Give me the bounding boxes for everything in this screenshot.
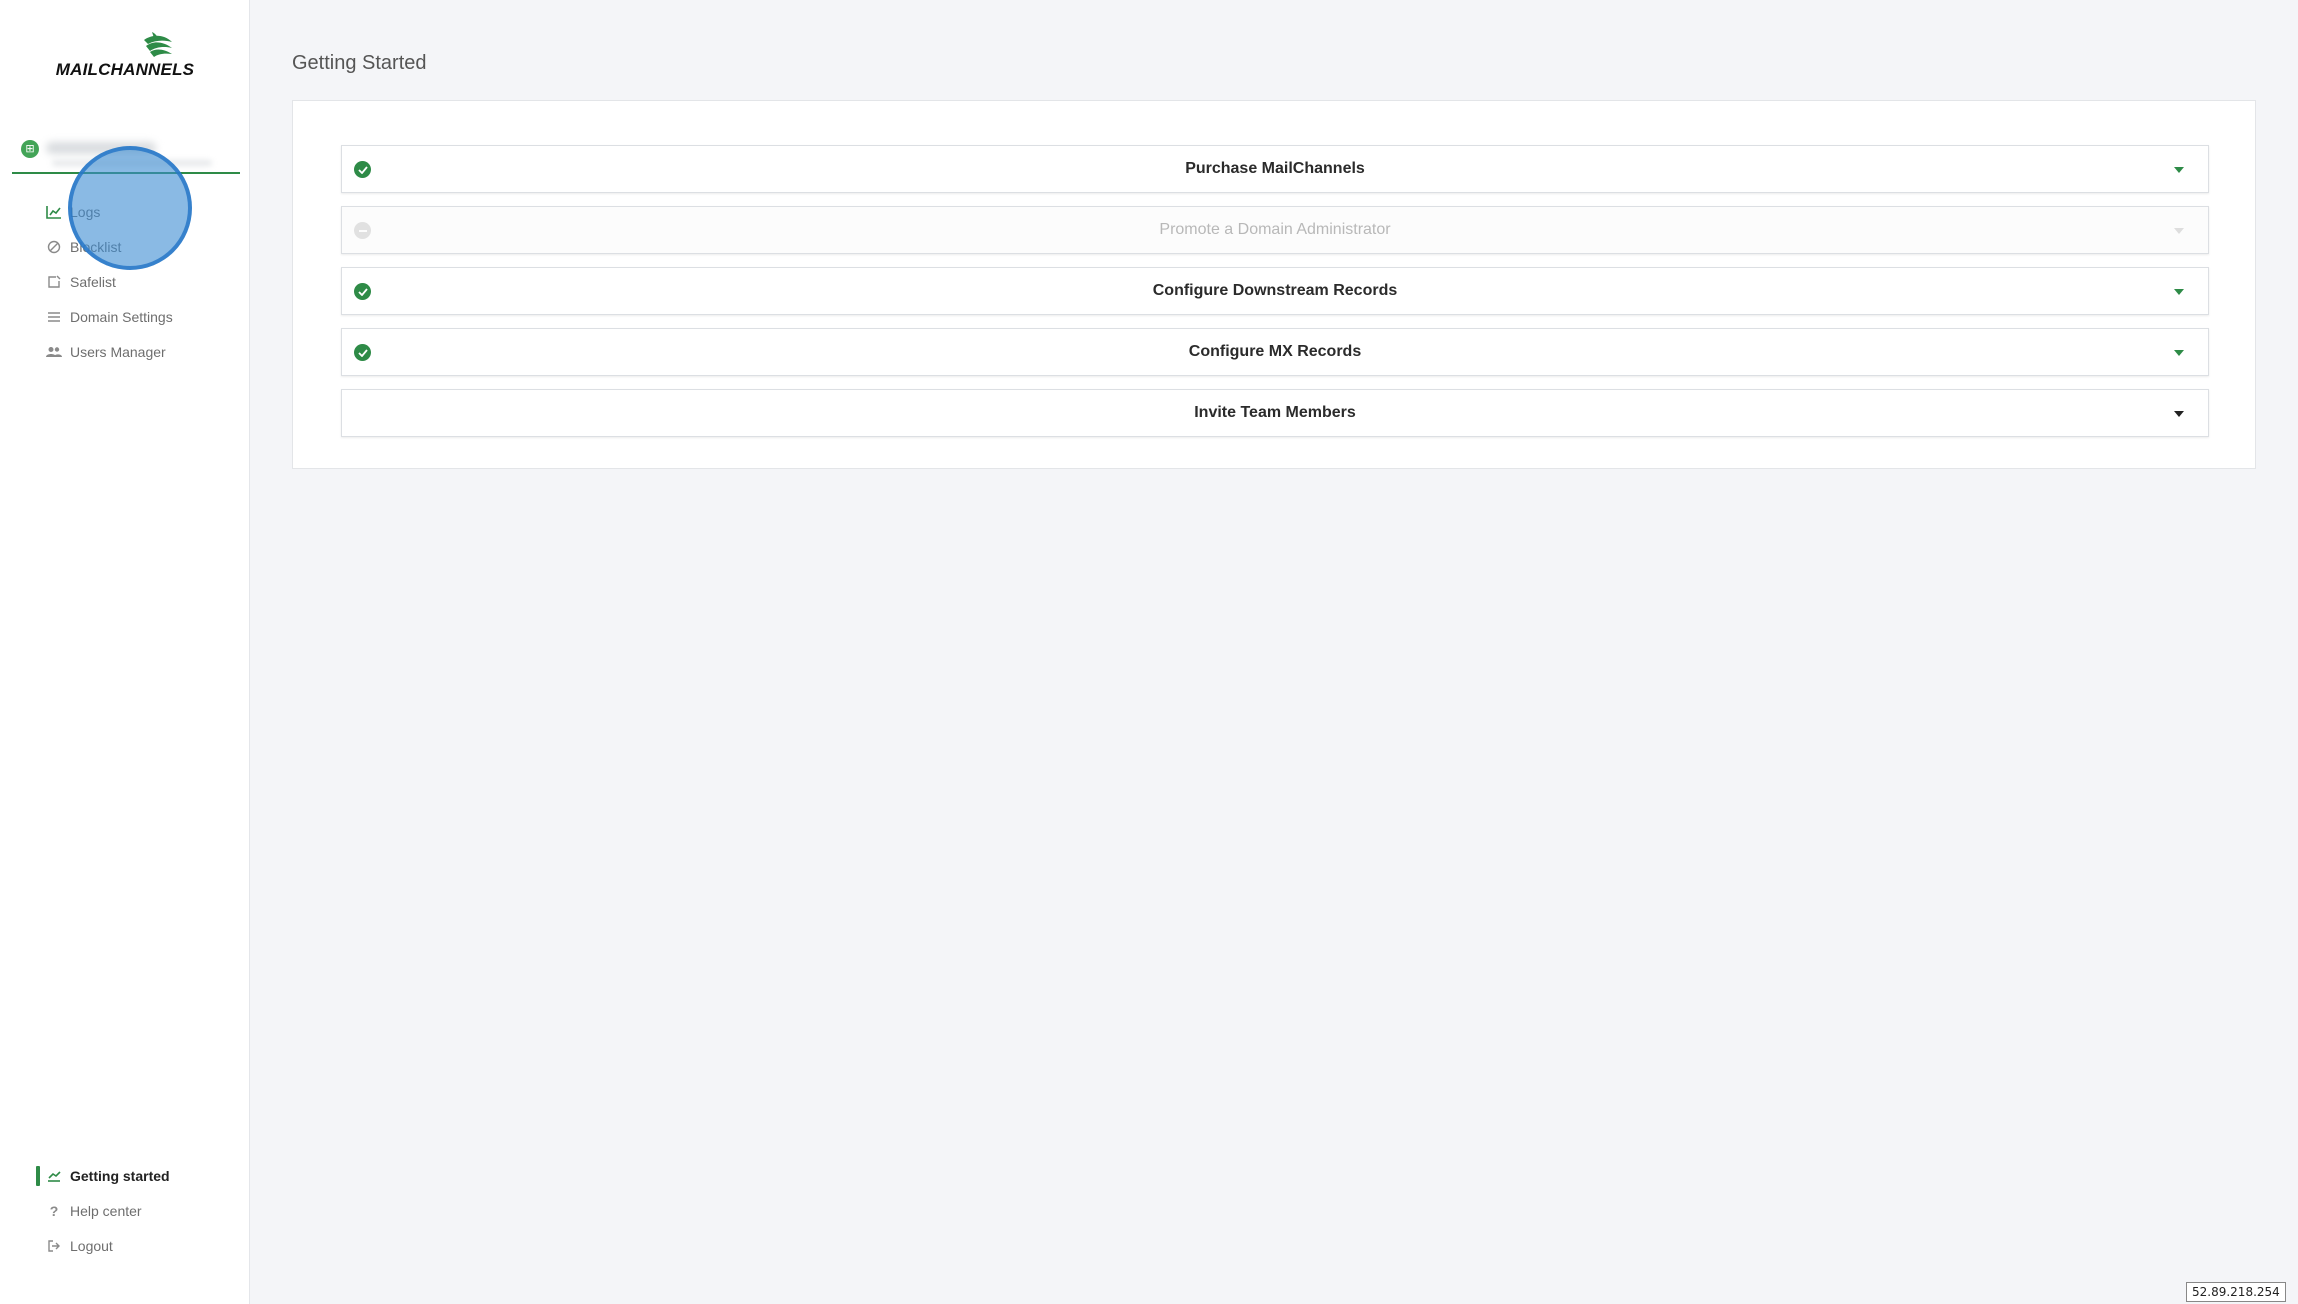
- sidebar-item-label: Users Manager: [70, 344, 166, 360]
- chevron-down-icon: [2174, 167, 2184, 173]
- sidebar-item-label: Safelist: [70, 274, 116, 290]
- step-configure-downstream-records[interactable]: Configure Downstream Records: [341, 267, 2209, 315]
- sidebar-item-label: Logs: [70, 204, 101, 220]
- menu-lines-icon: [46, 309, 62, 325]
- step-purchase-mailchannels[interactable]: Purchase MailChannels: [341, 145, 2209, 193]
- getting-started-card: Purchase MailChannels Promote a Domain A…: [292, 100, 2256, 469]
- domain-subtext-redacted: [52, 160, 212, 166]
- domain-selector[interactable]: ⊞: [12, 136, 240, 174]
- step-invite-team-members[interactable]: Invite Team Members: [341, 389, 2209, 437]
- page-title: Getting Started: [292, 52, 427, 74]
- sidebar-item-label: Help center: [70, 1203, 142, 1219]
- step-label: Purchase MailChannels: [1185, 160, 1365, 177]
- sidebar-item-logs[interactable]: Logs: [46, 200, 236, 224]
- step-label: Invite Team Members: [1194, 404, 1356, 421]
- sidebar: MAILCHANNELS ⊞ Logs Blocklist Safelist D…: [0, 0, 250, 1304]
- step-configure-mx-records[interactable]: Configure MX Records: [341, 328, 2209, 376]
- step-promote-domain-administrator[interactable]: Promote a Domain Administrator: [341, 206, 2209, 254]
- brand-logo[interactable]: MAILCHANNELS: [0, 30, 250, 82]
- question-icon: ?: [49, 1203, 59, 1219]
- sidebar-item-label: Domain Settings: [70, 309, 173, 325]
- chevron-down-icon: [2174, 228, 2184, 234]
- sidebar-item-label: Logout: [70, 1238, 113, 1254]
- sidebar-item-logout[interactable]: Logout: [46, 1234, 236, 1258]
- step-label: Configure Downstream Records: [1152, 282, 1398, 299]
- mailchannels-logo-icon: [144, 32, 172, 57]
- check-circle-icon: [354, 283, 371, 300]
- brand-name: MAILCHANNELS: [55, 60, 195, 79]
- check-circle-icon: [354, 344, 371, 361]
- block-circle-icon: [46, 239, 62, 255]
- pending-circle-icon: [354, 222, 371, 239]
- sidebar-item-help-center[interactable]: ? Help center: [46, 1199, 236, 1223]
- chevron-down-icon: [2174, 289, 2184, 295]
- users-icon: [46, 344, 62, 360]
- sidebar-item-blocklist[interactable]: Blocklist: [46, 235, 236, 259]
- sidebar-item-safelist[interactable]: Safelist: [46, 270, 236, 294]
- logs-chart-icon: [46, 204, 62, 220]
- sidebar-item-getting-started[interactable]: Getting started: [46, 1164, 236, 1188]
- step-label: Configure MX Records: [1188, 343, 1362, 360]
- sidebar-item-label: Blocklist: [70, 239, 122, 255]
- check-circle-icon: [354, 161, 371, 178]
- safelist-square-icon: [46, 274, 62, 290]
- getting-started-icon: [46, 1168, 62, 1184]
- step-label: Promote a Domain Administrator: [1159, 221, 1391, 238]
- logout-icon: [46, 1238, 62, 1254]
- domain-name-redacted: [46, 142, 156, 154]
- chevron-down-icon: [2174, 350, 2184, 356]
- active-indicator: [36, 1166, 40, 1186]
- domain-grid-icon: ⊞: [21, 140, 39, 158]
- chevron-down-icon: [2174, 411, 2184, 417]
- sidebar-item-label: Getting started: [70, 1168, 170, 1184]
- sidebar-item-users-manager[interactable]: Users Manager: [46, 340, 236, 364]
- sidebar-item-domain-settings[interactable]: Domain Settings: [46, 305, 236, 329]
- ip-address-badge: 52.89.218.254: [2186, 1282, 2286, 1302]
